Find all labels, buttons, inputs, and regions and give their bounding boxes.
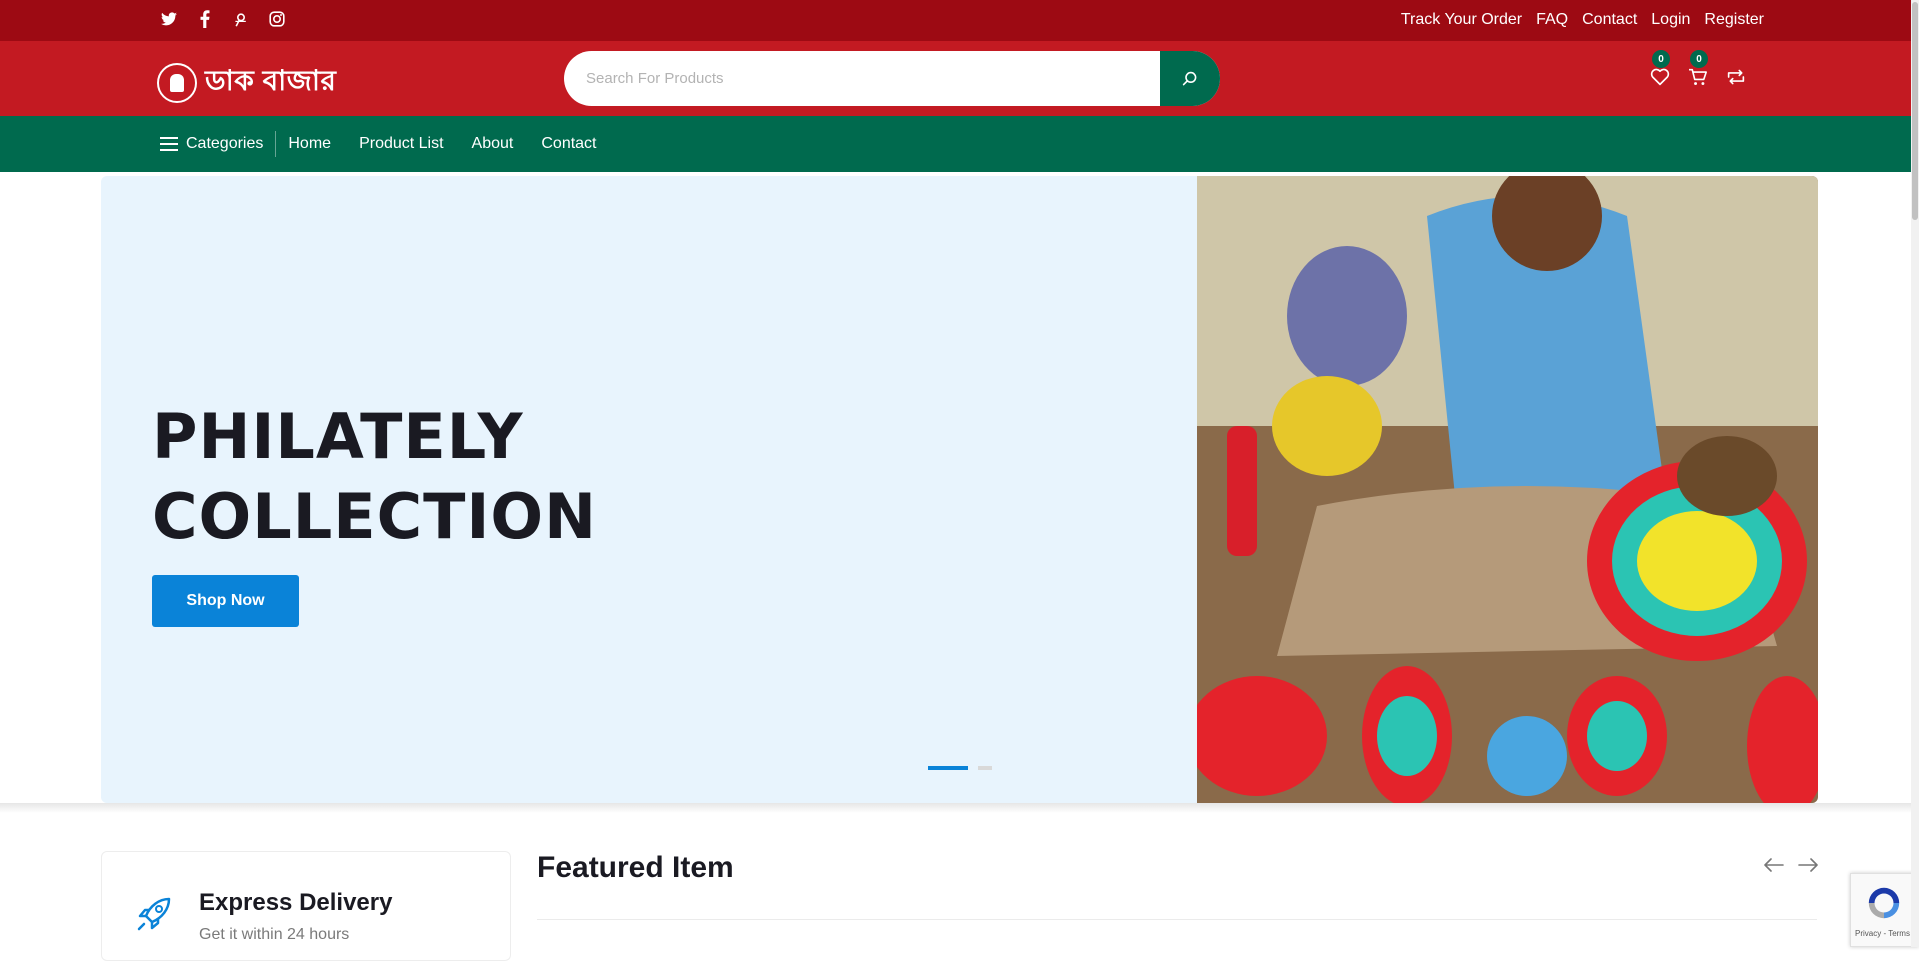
instagram-icon[interactable] [268,10,286,28]
cart-button[interactable]: 0 [1688,50,1708,89]
site-logo[interactable]: ডাক বাজার [157,59,336,106]
top-links: Track Your Order FAQ Contact Login Regis… [1401,11,1764,29]
register-link[interactable]: Register [1704,11,1764,29]
nav-contact[interactable]: Contact [541,135,596,153]
hero-title-line1: PHILATELY [152,400,524,473]
twitter-icon[interactable] [160,10,178,28]
menu-icon [160,137,178,151]
hero-image [1197,176,1818,803]
featured-arrows [1764,858,1818,872]
wishlist-count-badge: 0 [1652,50,1670,68]
wishlist-button[interactable]: 0 [1650,50,1670,89]
cart-count-badge: 0 [1690,50,1708,68]
track-order-link[interactable]: Track Your Order [1401,11,1522,29]
logo-text: ডাক বাজার [205,65,337,96]
pinterest-icon[interactable] [232,10,250,28]
nav-home[interactable]: Home [288,135,331,153]
hero-title-line2: COLLECTION [152,480,598,553]
faq-link[interactable]: FAQ [1536,11,1568,29]
featured-section-title: Featured Item [537,851,734,884]
social-links [160,10,286,28]
slider-dots [928,766,992,770]
header-icons: 0 0 [1650,50,1746,89]
featured-divider [537,919,1817,920]
search-input[interactable] [564,51,1160,106]
hero-slider: PHILATELY COLLECTION Shop Now [101,176,1818,803]
feature-title: Express Delivery [199,889,393,916]
categories-label: Categories [186,135,264,152]
search-icon [1182,71,1197,85]
rocket-icon [137,897,171,931]
logo-seal-icon [157,62,197,103]
scrollbar-thumb[interactable] [1912,2,1918,220]
categories-menu[interactable]: Categories [160,131,277,157]
search-bar [564,51,1220,106]
heart-icon [1650,68,1670,86]
feature-card-express-delivery: Express Delivery Get it within 24 hours [101,851,511,961]
nav-product-list[interactable]: Product List [359,135,443,153]
main-nav: Categories Home Product List About Conta… [0,116,1919,172]
shop-now-button[interactable]: Shop Now [152,575,299,627]
contact-top-link[interactable]: Contact [1582,11,1637,29]
slider-dot-2[interactable] [978,766,992,770]
arrow-left-icon[interactable] [1764,858,1784,872]
login-link[interactable]: Login [1651,11,1690,29]
page-scrollbar[interactable] [1911,0,1919,947]
slider-dot-1[interactable] [928,766,968,770]
hero-shadow [0,803,1919,813]
recaptcha-badge[interactable]: Privacy - Terms [1850,873,1919,947]
facebook-icon[interactable] [196,10,214,28]
cart-icon [1689,68,1707,86]
compare-icon [1727,69,1745,85]
recaptcha-text: Privacy - Terms [1855,929,1910,938]
compare-button[interactable] [1726,65,1746,89]
hero-title: PHILATELY COLLECTION [152,397,852,557]
recaptcha-icon [1868,887,1900,919]
top-bar: Track Your Order FAQ Contact Login Regis… [0,0,1919,41]
header: ডাক বাজার 0 0 [0,41,1919,116]
nav-about[interactable]: About [472,135,514,153]
feature-subtitle: Get it within 24 hours [199,926,350,943]
arrow-right-icon[interactable] [1798,858,1818,872]
search-button[interactable] [1160,51,1220,106]
